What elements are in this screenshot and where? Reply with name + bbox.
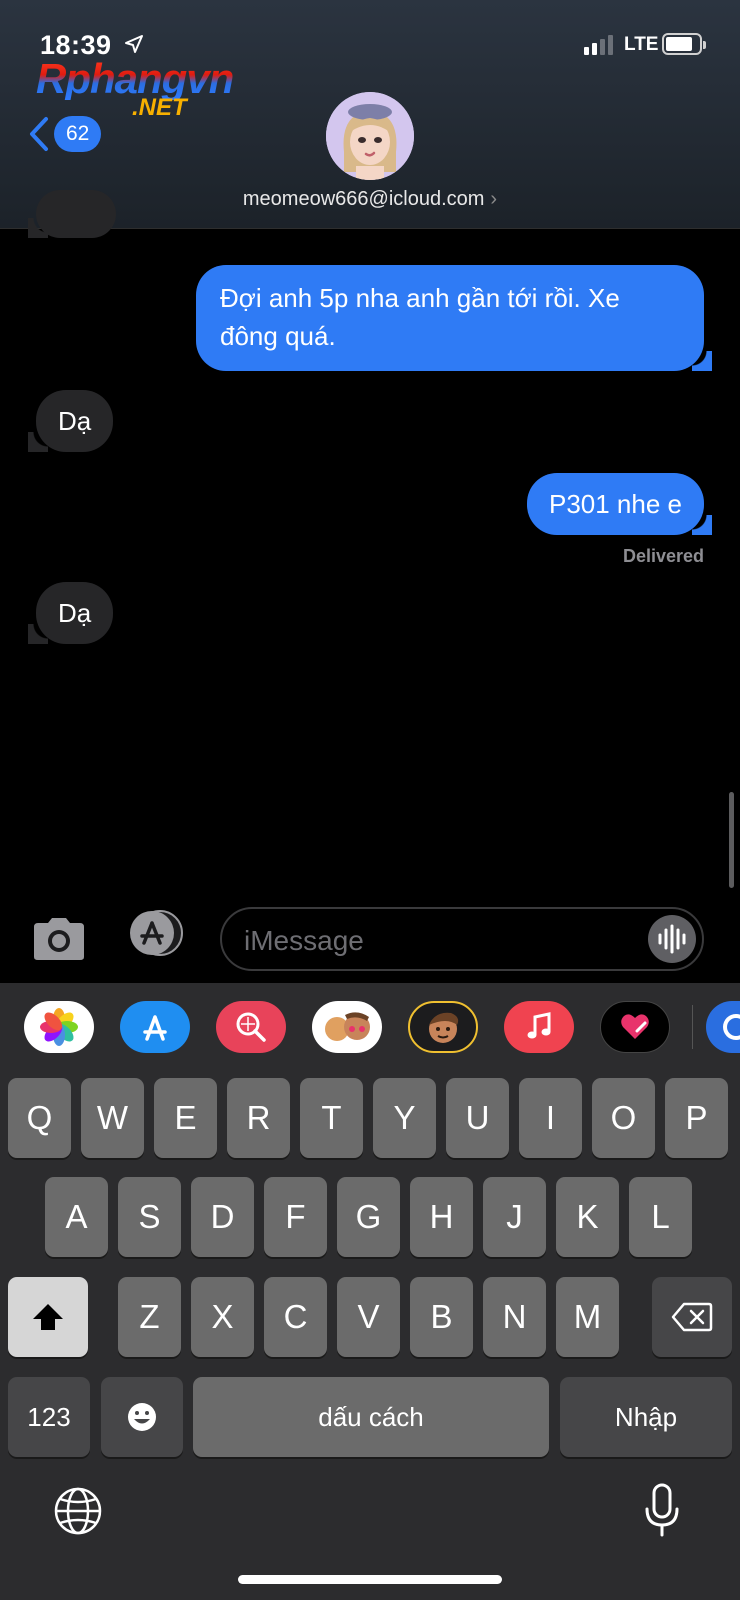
message-text: Dạ bbox=[58, 406, 92, 436]
key-q[interactable]: Q bbox=[8, 1078, 71, 1158]
return-key[interactable]: Nhập bbox=[560, 1377, 732, 1457]
memoji-avatar-icon bbox=[326, 92, 414, 180]
message-bubble-partial bbox=[28, 190, 116, 238]
key-r[interactable]: R bbox=[227, 1078, 290, 1158]
delivered-status: Delivered bbox=[622, 546, 704, 566]
key-b[interactable]: B bbox=[410, 1277, 473, 1357]
key-s[interactable]: S bbox=[118, 1177, 181, 1257]
key-w[interactable]: W bbox=[81, 1078, 144, 1158]
voice-message-button[interactable] bbox=[648, 915, 696, 963]
key-x[interactable]: X bbox=[191, 1277, 254, 1357]
key-y[interactable]: Y bbox=[373, 1078, 436, 1158]
message-input[interactable] bbox=[244, 923, 624, 959]
message-bubble-received[interactable]: Dạ bbox=[27, 582, 114, 644]
digital-touch-icon[interactable] bbox=[600, 1001, 670, 1053]
key-n[interactable]: N bbox=[483, 1277, 546, 1357]
delete-icon bbox=[671, 1302, 713, 1332]
message-text: P301 nhe e bbox=[548, 489, 682, 519]
watermark-logo: Rphangvn .NET bbox=[36, 58, 234, 122]
key-c[interactable]: C bbox=[264, 1277, 327, 1357]
emoji-key[interactable] bbox=[101, 1377, 183, 1457]
message-bubble-sent[interactable]: P301 nhe e bbox=[526, 473, 713, 535]
app-store-icon[interactable] bbox=[120, 1001, 190, 1053]
imessage-field[interactable] bbox=[220, 907, 704, 971]
key-k[interactable]: K bbox=[556, 1177, 619, 1257]
camera-icon[interactable] bbox=[30, 917, 88, 961]
scroll-indicator[interactable] bbox=[729, 792, 734, 888]
contact-avatar[interactable] bbox=[326, 92, 414, 180]
emoji-icon bbox=[128, 1403, 156, 1431]
unread-count-badge: 62 bbox=[54, 116, 102, 152]
chevron-right-icon: › bbox=[490, 188, 498, 210]
imessage-app-strip[interactable] bbox=[0, 983, 740, 1055]
conversation-header: 18:39 LTE Rphangvn .NET 62 meomeow666@ic… bbox=[0, 0, 740, 229]
key-l[interactable]: L bbox=[629, 1177, 692, 1257]
app-strip-divider bbox=[692, 1005, 693, 1049]
key-a[interactable]: A bbox=[45, 1177, 108, 1257]
key-f[interactable]: F bbox=[264, 1177, 327, 1257]
message-text-line: đông quá. bbox=[220, 321, 336, 351]
battery-icon bbox=[662, 33, 706, 55]
key-t[interactable]: T bbox=[300, 1078, 363, 1158]
keyboard: Q W E R T Y U I O P A S D F G H J K L Z … bbox=[0, 983, 740, 1600]
space-key[interactable]: dấu cách bbox=[193, 1377, 549, 1457]
key-d[interactable]: D bbox=[191, 1177, 254, 1257]
key-u[interactable]: U bbox=[446, 1078, 509, 1158]
key-m[interactable]: M bbox=[556, 1277, 619, 1357]
key-o[interactable]: O bbox=[592, 1078, 655, 1158]
photos-icon[interactable] bbox=[24, 1001, 94, 1053]
message-bubble-sent[interactable]: Đợi anh 5p nha anh gần tới rồi. Xe đông … bbox=[196, 265, 712, 371]
message-text-line: Đợi anh 5p nha anh gần tới rồi. Xe bbox=[220, 283, 620, 313]
message-bubble-received[interactable]: Dạ bbox=[27, 390, 114, 452]
key-i[interactable]: I bbox=[519, 1078, 582, 1158]
message-thread[interactable]: Đợi anh 5p nha anh gần tới rồi. Xe đông … bbox=[0, 190, 740, 890]
shift-arrow-icon bbox=[33, 1304, 63, 1330]
app-store-apps-icon[interactable] bbox=[124, 909, 188, 957]
microphone-icon[interactable] bbox=[642, 1483, 682, 1539]
numbers-key[interactable]: 123 bbox=[8, 1377, 90, 1457]
message-text: Dạ bbox=[58, 598, 92, 628]
waveform-icon bbox=[658, 924, 686, 954]
memoji-stickers-icon[interactable] bbox=[312, 1001, 382, 1053]
back-button[interactable]: 62 bbox=[28, 116, 102, 152]
backspace-key[interactable] bbox=[652, 1277, 732, 1357]
location-arrow-icon bbox=[125, 35, 143, 53]
key-g[interactable]: G bbox=[337, 1177, 400, 1257]
shift-key[interactable] bbox=[8, 1277, 88, 1357]
key-z[interactable]: Z bbox=[118, 1277, 181, 1357]
compose-bar bbox=[0, 895, 740, 983]
network-type: LTE bbox=[624, 34, 659, 55]
contact-name: meomeow666@icloud.com bbox=[242, 188, 485, 210]
home-indicator[interactable] bbox=[238, 1575, 502, 1584]
more-apps-icon[interactable] bbox=[706, 1001, 740, 1053]
key-e[interactable]: E bbox=[154, 1078, 217, 1158]
key-p[interactable]: P bbox=[665, 1078, 728, 1158]
key-h[interactable]: H bbox=[410, 1177, 473, 1257]
music-icon[interactable] bbox=[504, 1001, 574, 1053]
chevron-left-icon bbox=[30, 117, 48, 151]
memoji-icon[interactable] bbox=[408, 1001, 478, 1053]
key-j[interactable]: J bbox=[483, 1177, 546, 1257]
key-v[interactable]: V bbox=[337, 1277, 400, 1357]
search-images-icon[interactable] bbox=[216, 1001, 286, 1053]
signal-strength-icon bbox=[584, 35, 613, 55]
globe-icon[interactable] bbox=[52, 1485, 104, 1537]
